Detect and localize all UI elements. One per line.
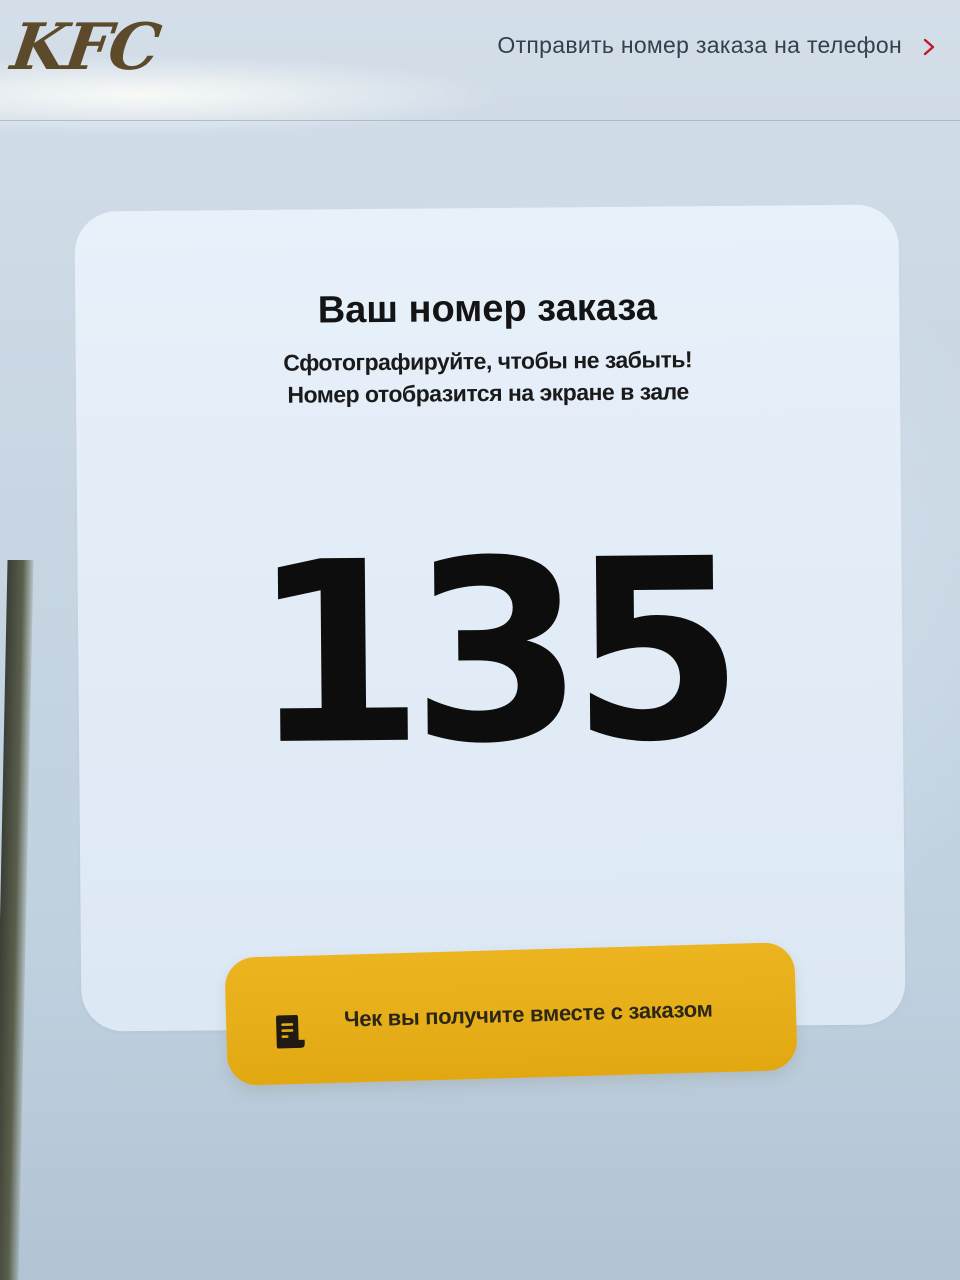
card-title: Ваш номер заказа bbox=[317, 286, 658, 332]
kiosk-screen: KFC Отправить номер заказа на телефон Ва… bbox=[0, 0, 960, 1280]
receipt-notice-text: Чек вы получите вместе с заказом bbox=[343, 996, 713, 1032]
screen-bezel bbox=[0, 560, 34, 1280]
chevron-right-icon[interactable] bbox=[920, 38, 938, 56]
card-subtitle-line2: Номер отобразится на экране в зале bbox=[287, 378, 689, 408]
order-number-card: Ваш номер заказа Сфотографируйте, чтобы … bbox=[74, 204, 906, 1032]
order-number: 135 bbox=[249, 504, 732, 801]
card-subtitle-line1: Сфотографируйте, чтобы не забыть! bbox=[283, 346, 693, 376]
receipt-icon bbox=[276, 1015, 305, 1049]
header: KFC Отправить номер заказа на телефон bbox=[0, 0, 960, 121]
send-order-number-link[interactable]: Отправить номер заказа на телефон bbox=[497, 32, 902, 59]
kfc-logo: KFC bbox=[6, 10, 164, 85]
receipt-notice-bar: Чек вы получите вместе с заказом bbox=[224, 942, 798, 1086]
